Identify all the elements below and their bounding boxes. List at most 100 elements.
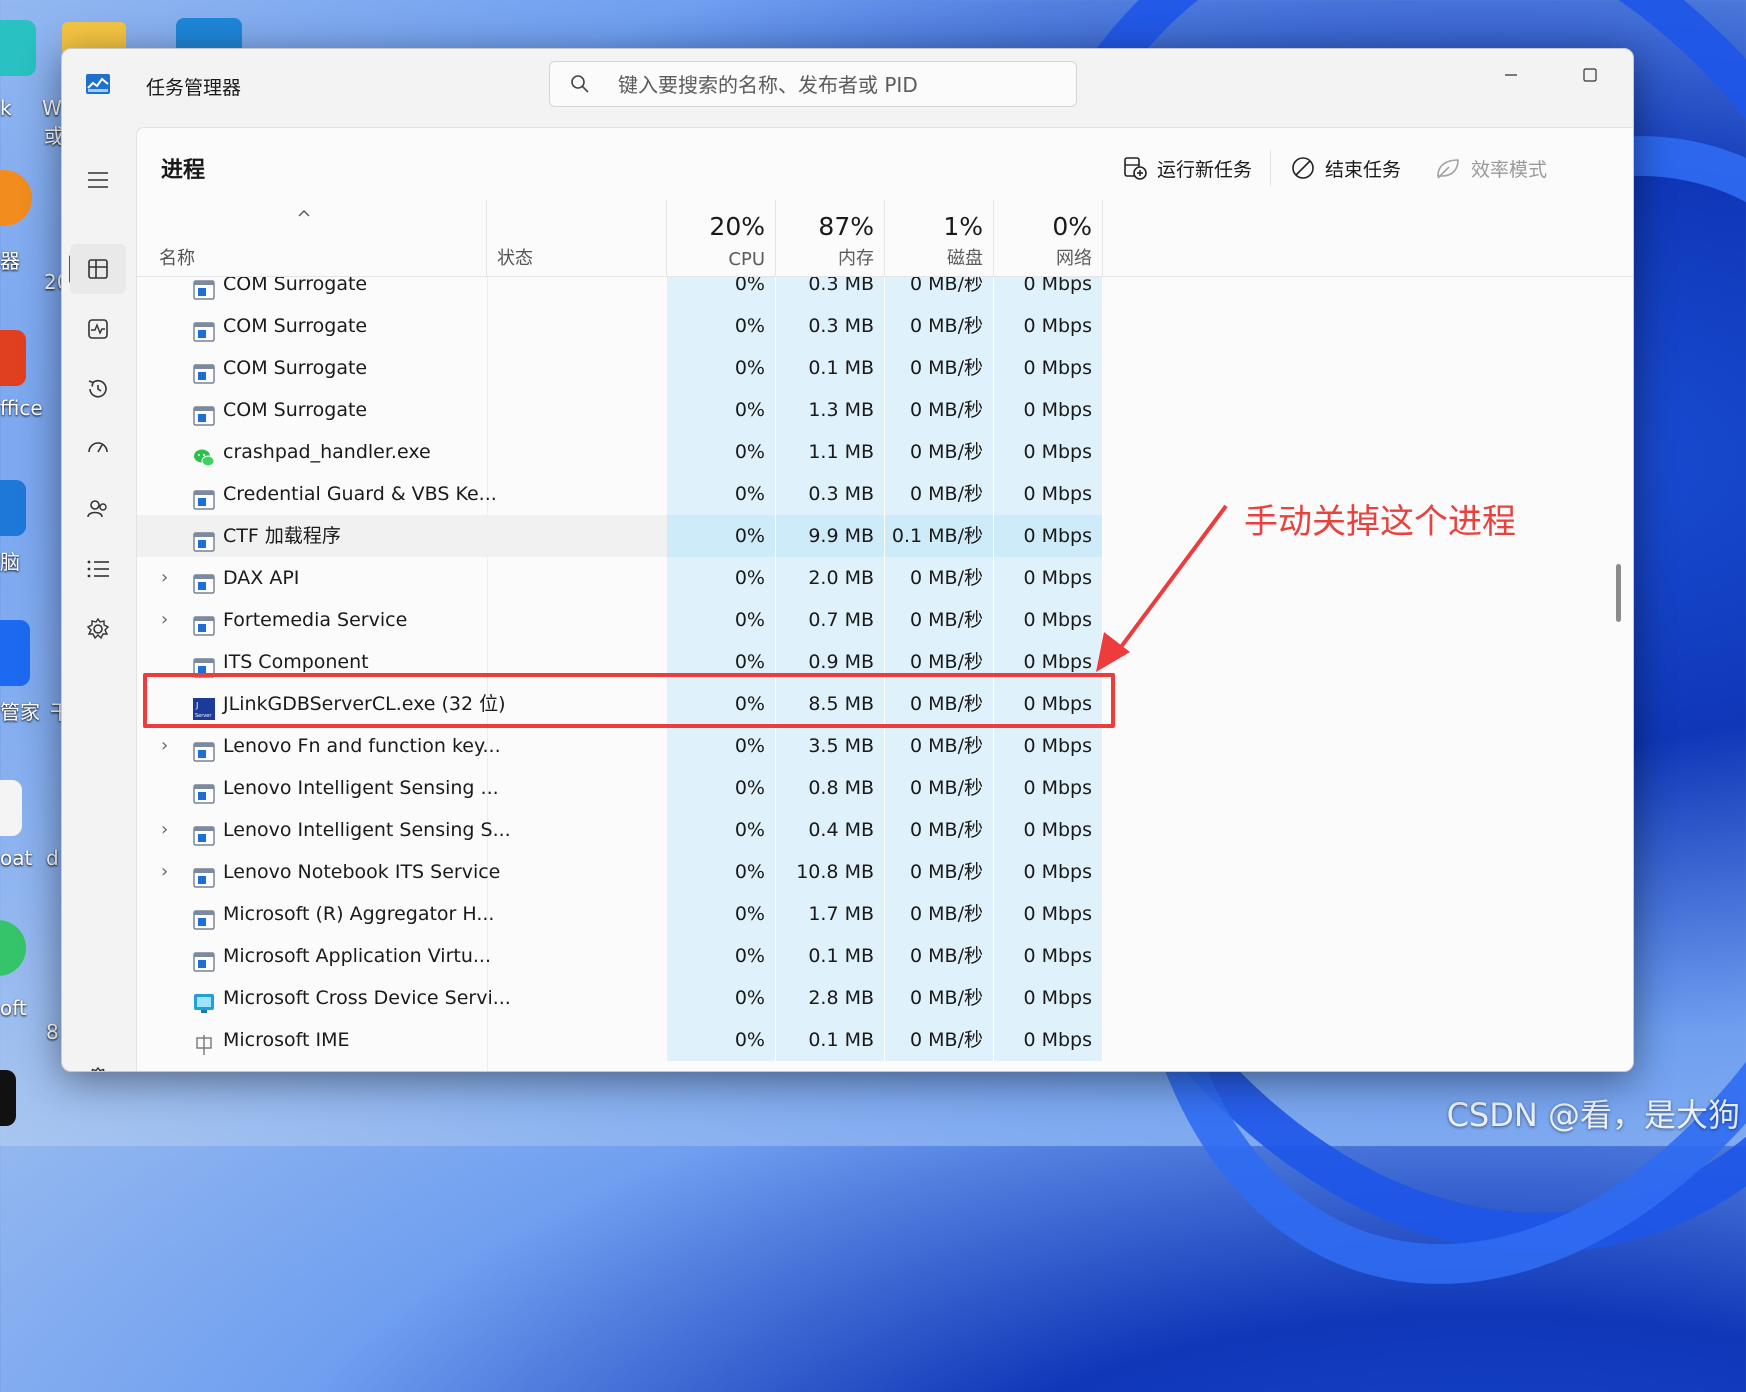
process-name: Microsoft (R) Aggregator H... xyxy=(223,903,495,925)
desktop-app-icon[interactable] xyxy=(0,920,26,976)
process-net-cell: 0 Mbps xyxy=(994,1019,1103,1061)
desktop-label: W xyxy=(42,96,62,120)
process-cpu-cell: 0% xyxy=(667,893,776,935)
process-status-cell xyxy=(487,599,667,641)
desktop-app-icon[interactable] xyxy=(0,20,36,76)
chevron-right-icon[interactable]: › xyxy=(161,725,168,767)
process-mem-cell: 2.8 MB xyxy=(776,977,885,1019)
process-disk-cell: 0 MB/秒 xyxy=(885,599,994,641)
nav-services[interactable] xyxy=(70,604,126,654)
nav-settings[interactable] xyxy=(70,1053,126,1071)
nav-details[interactable] xyxy=(70,544,126,594)
window-icon xyxy=(193,861,215,888)
nav-app-history[interactable] xyxy=(70,364,126,414)
process-name: CTF 加载程序 xyxy=(223,525,341,547)
processes-panel: 进程 运行新任务 结束任务 效率模式 ··· 名称 状态 2 xyxy=(136,127,1633,1071)
process-row[interactable]: COM Surrogate 0% 1.3 MB 0 MB/秒 0 Mbps xyxy=(137,389,1607,431)
desktop-label: ffice xyxy=(0,396,43,420)
process-name: Lenovo Fn and function key... xyxy=(223,735,501,757)
desktop-label: d xyxy=(46,846,59,870)
process-row[interactable]: Lenovo Intelligent Sensing ... 0% 0.8 MB 0 … xyxy=(137,767,1607,809)
column-memory-header[interactable]: 87% 内存 xyxy=(776,200,885,276)
services-icon xyxy=(86,617,110,640)
process-net-cell: 0 Mbps xyxy=(994,725,1103,767)
process-row[interactable]: › Lenovo Fn and function key... 0% 3.5 MB 0 … xyxy=(137,725,1607,767)
vertical-scrollbar-thumb[interactable] xyxy=(1616,564,1621,622)
process-cpu-cell: 0% xyxy=(667,767,776,809)
settings-icon xyxy=(91,1066,105,1071)
run-new-task-button[interactable]: 运行新任务 xyxy=(1123,148,1252,188)
column-network-header[interactable]: 0% 网络 xyxy=(994,200,1103,276)
desktop-app-icon[interactable] xyxy=(0,480,26,536)
column-header: 名称 状态 20% CPU 87% 内存 1% 磁盘 0% 网络 xyxy=(137,200,1633,277)
process-disk-cell: 0 MB/秒 xyxy=(885,389,994,431)
process-name-cell: COM Surrogate xyxy=(137,305,487,347)
desktop-doc-icon[interactable] xyxy=(0,780,22,836)
desktop-app-icon[interactable] xyxy=(0,1070,16,1126)
desktop-vscode-icon[interactable] xyxy=(176,18,242,50)
column-disk-header[interactable]: 1% 磁盘 xyxy=(885,200,994,276)
nav-startup-apps[interactable] xyxy=(70,424,126,474)
chevron-right-icon[interactable]: › xyxy=(161,599,168,641)
process-row[interactable]: crashpad_handler.exe 0% 1.1 MB 0 MB/秒 0 Mbps xyxy=(137,431,1607,473)
process-net-cell: 0 Mbps xyxy=(994,557,1103,599)
process-disk-cell: 0 MB/秒 xyxy=(885,851,994,893)
process-row[interactable]: › Lenovo Intelligent Sensing S... 0% 0.4 MB… xyxy=(137,809,1607,851)
sort-ascending-icon xyxy=(298,210,310,217)
window-icon xyxy=(193,651,215,678)
process-name: COM Surrogate xyxy=(223,277,368,295)
process-name-cell: › DAX API xyxy=(137,557,487,599)
process-cpu-cell: 0% xyxy=(667,347,776,389)
title-bar[interactable]: 任务管理器 xyxy=(62,49,1633,125)
search-input[interactable] xyxy=(616,68,1060,102)
process-status-cell xyxy=(487,935,667,977)
process-name: crashpad_handler.exe xyxy=(223,441,431,463)
process-disk-cell: 0 MB/秒 xyxy=(885,977,994,1019)
process-row[interactable]: › DAX API 0% 2.0 MB 0 MB/秒 0 Mbps xyxy=(137,557,1607,599)
process-net-cell: 0 Mbps xyxy=(994,599,1103,641)
search-box[interactable] xyxy=(549,61,1077,107)
nav-performance[interactable] xyxy=(70,304,126,354)
process-row[interactable]: Microsoft Cross Device Servi... 0% 2.8 MB 0… xyxy=(137,977,1607,1019)
process-row[interactable]: › Lenovo Notebook ITS Service 0% 10.8 MB 0 M… xyxy=(137,851,1607,893)
process-cpu-cell: 0% xyxy=(667,851,776,893)
process-mem-cell: 0.3 MB xyxy=(776,277,885,305)
maximize-button[interactable] xyxy=(1567,57,1613,93)
desktop-office-icon[interactable] xyxy=(0,330,26,386)
more-options-button[interactable]: ··· xyxy=(1632,148,1633,188)
process-row[interactable]: COM Surrogate 0% 0.3 MB 0 MB/秒 0 Mbps xyxy=(137,277,1607,305)
window-icon xyxy=(193,567,215,594)
column-cpu-header[interactable]: 20% CPU xyxy=(667,200,776,276)
end-task-button[interactable]: 结束任务 xyxy=(1291,148,1401,188)
end-task-icon xyxy=(1292,157,1314,179)
processes-icon xyxy=(88,259,108,279)
column-status-header[interactable]: 状态 xyxy=(487,200,667,276)
nav-users[interactable] xyxy=(70,484,126,534)
menu-button[interactable] xyxy=(70,155,126,205)
efficiency-mode-button[interactable]: 效率模式 xyxy=(1435,148,1547,188)
process-name-cell: › Lenovo Notebook ITS Service xyxy=(137,851,500,893)
network-label: 网络 xyxy=(1056,248,1092,269)
chevron-right-icon[interactable]: › xyxy=(161,809,168,851)
process-row[interactable]: COM Surrogate 0% 0.3 MB 0 MB/秒 0 Mbps xyxy=(137,305,1607,347)
process-mem-cell: 0.8 MB xyxy=(776,767,885,809)
process-name-cell: COM Surrogate xyxy=(137,277,487,305)
desktop-app-icon[interactable] xyxy=(0,170,32,226)
process-disk-cell: 0 MB/秒 xyxy=(885,725,994,767)
column-name-header[interactable]: 名称 xyxy=(137,200,487,276)
desktop-guard-icon[interactable] xyxy=(0,620,30,686)
process-row[interactable]: COM Surrogate 0% 0.1 MB 0 MB/秒 0 Mbps xyxy=(137,347,1607,389)
process-name: COM Surrogate xyxy=(223,399,368,421)
chevron-right-icon[interactable]: › xyxy=(161,851,168,893)
process-disk-cell: 0 MB/秒 xyxy=(885,277,994,305)
process-row[interactable]: Microsoft IME 0% 0.1 MB 0 MB/秒 0 Mbps xyxy=(137,1019,1607,1061)
process-mem-cell: 1.7 MB xyxy=(776,893,885,935)
chevron-right-icon[interactable]: › xyxy=(161,557,168,599)
process-row[interactable]: › Fortemedia Service 0% 0.7 MB 0 MB/秒 0 Mbps xyxy=(137,599,1607,641)
process-row[interactable]: Microsoft Application Virtu... 0% 0.1 MB 0 … xyxy=(137,935,1607,977)
process-row[interactable]: Microsoft (R) Aggregator H... 0% 1.7 MB 0 M… xyxy=(137,893,1607,935)
process-cpu-cell: 0% xyxy=(667,809,776,851)
nav-processes[interactable] xyxy=(70,244,126,294)
process-mem-cell: 9.9 MB xyxy=(776,515,885,557)
minimize-button[interactable] xyxy=(1488,57,1534,93)
